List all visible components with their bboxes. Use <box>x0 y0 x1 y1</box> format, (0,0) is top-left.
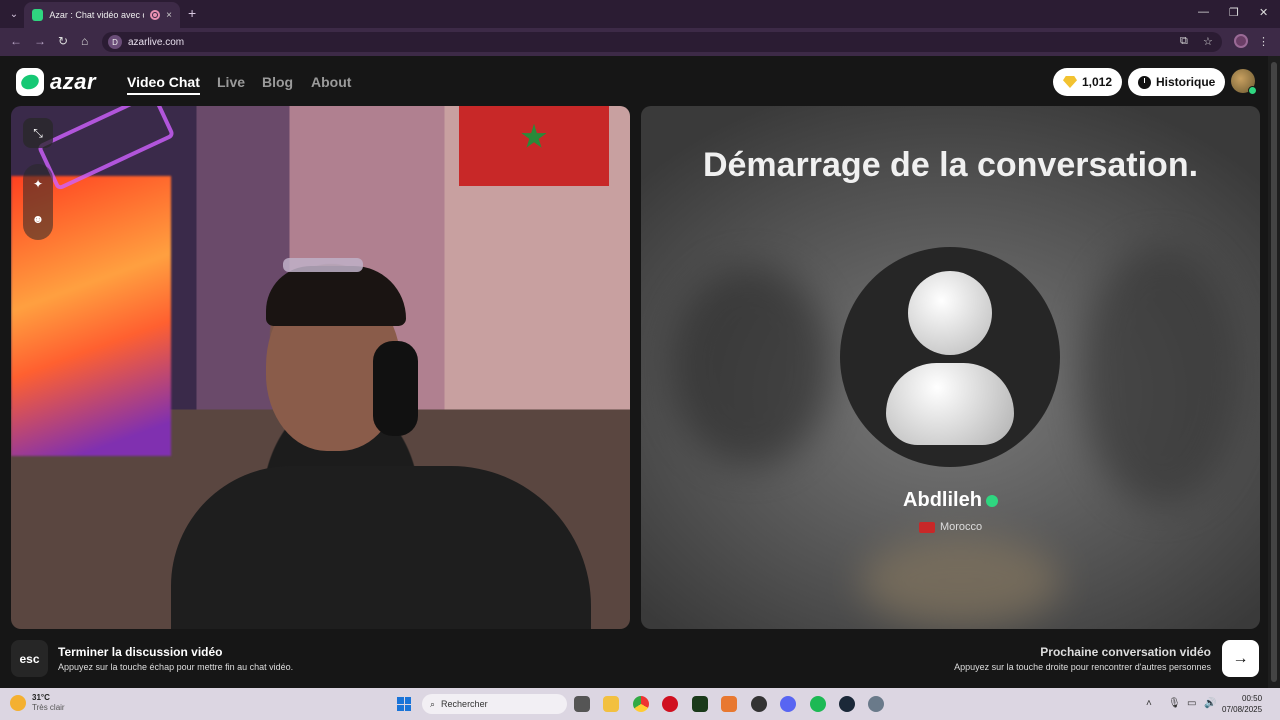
next-chat-title: Prochaine conversation vidéo <box>1040 645 1211 659</box>
home-icon[interactable]: ⌂ <box>81 34 88 48</box>
end-chat-title: Terminer la discussion vidéo <box>58 645 223 659</box>
volume-icon[interactable]: 🔊 <box>1204 698 1216 709</box>
nav-blog[interactable]: Blog <box>262 74 293 90</box>
next-chat-button[interactable]: → <box>1222 640 1259 677</box>
partner-avatar-placeholder <box>840 247 1060 467</box>
back-icon[interactable]: ← <box>10 34 22 48</box>
country-name: Morocco <box>939 521 983 533</box>
logo-text: azar <box>50 69 97 94</box>
person-glasses <box>283 258 363 272</box>
partner-name: Abdlileh <box>903 489 982 511</box>
verified-badge-icon <box>985 494 998 507</box>
temperature: 31°C <box>32 693 50 702</box>
blur-shape <box>1081 246 1241 506</box>
face-filter-icon[interactable]: ☻ <box>23 204 53 234</box>
steam-icon[interactable] <box>839 696 855 712</box>
avatar-head-icon <box>908 271 992 355</box>
browser-address-bar: ← → ↻ ⌂ D azarlive.com ⧉ ☆ ⋮ <box>0 28 1280 56</box>
nav-about[interactable]: About <box>311 74 351 90</box>
page-scrollbar[interactable] <box>1268 56 1280 688</box>
recording-indicator-icon <box>150 10 161 20</box>
local-video-feed: ⤡ ✦ ☻ <box>11 106 630 629</box>
weather-condition: Très clair <box>32 703 65 712</box>
browser-menu-icon[interactable]: ⋮ <box>1258 35 1269 48</box>
sparkle-effects-icon[interactable]: ✦ <box>23 169 53 199</box>
avatar-body-icon <box>886 363 1014 445</box>
conversation-status-title: Démarrage de la conversation. <box>702 146 1199 184</box>
gem-icon <box>1063 76 1077 88</box>
nav-live[interactable]: Live <box>217 74 245 90</box>
browser-profile-avatar[interactable] <box>1234 34 1248 48</box>
chrome-icon[interactable] <box>633 696 649 712</box>
windows-taskbar: 31°C Très clair ⌕ Rechercher ˄ 🎙 ▭ 🔊 00:5… <box>0 688 1280 720</box>
system-clock[interactable]: 00:50 07/08/2025 <box>1222 693 1262 715</box>
discord-icon[interactable] <box>780 696 796 712</box>
file-explorer-icon[interactable] <box>603 696 619 712</box>
close-window-icon[interactable]: ✕ <box>1259 6 1268 19</box>
gems-balance-button[interactable]: 1,012 <box>1053 68 1123 96</box>
restore-icon[interactable]: ❐ <box>1229 6 1239 19</box>
browser-tab-azar[interactable]: Azar : Chat vidéo avec de n × <box>24 2 180 28</box>
person-headphones <box>373 341 418 436</box>
history-button[interactable]: Historique <box>1128 68 1226 96</box>
clock-time: 00:50 <box>1242 694 1263 703</box>
end-chat-esc-button[interactable]: esc <box>11 640 48 677</box>
task-view-icon[interactable] <box>574 696 590 712</box>
windows-start-icon[interactable] <box>397 697 411 711</box>
opera-icon[interactable] <box>662 696 678 712</box>
azar-favicon-icon <box>32 9 44 21</box>
blur-shape <box>671 266 831 466</box>
browser-tab-bar: ⌄ Azar : Chat vidéo avec de n × + — ❐ ✕ <box>0 0 1280 28</box>
tab-title: Azar : Chat vidéo avec de n <box>49 10 144 20</box>
end-chat-hint: Appuyez sur la touche échap pour mettre … <box>58 662 294 672</box>
person-shirt <box>171 466 591 629</box>
forward-icon[interactable]: → <box>34 34 46 48</box>
partner-country: Morocco <box>641 521 1260 533</box>
reload-icon[interactable]: ↻ <box>58 34 68 48</box>
taskbar-search[interactable]: ⌕ Rechercher <box>422 694 567 714</box>
person-hair <box>266 266 406 326</box>
weather-sun-icon <box>10 695 26 711</box>
clock-date: 07/08/2025 <box>1222 705 1263 714</box>
network-icon[interactable]: ▭ <box>1187 698 1196 709</box>
partner-video-panel: Démarrage de la conversation. Abdlileh M… <box>641 106 1260 629</box>
search-placeholder: Rechercher <box>441 699 488 709</box>
nav-video-chat[interactable]: Video Chat <box>127 74 200 95</box>
site-info-icon[interactable]: D <box>108 35 122 49</box>
minimize-video-icon[interactable]: ⤡ <box>23 118 53 148</box>
next-chat-hint: Appuyez sur la touche droite pour rencon… <box>954 662 1211 672</box>
tab-close-icon[interactable]: × <box>166 10 172 21</box>
tray-overflow-icon[interactable]: ˄ <box>1146 698 1152 709</box>
gems-count: 1,012 <box>1082 75 1113 89</box>
partner-name-row: Abdlileh <box>641 489 1260 512</box>
online-status-icon <box>1248 86 1257 95</box>
settings-gear-icon[interactable] <box>868 696 884 712</box>
obs-icon[interactable] <box>751 696 767 712</box>
user-avatar[interactable] <box>1231 69 1257 95</box>
bookmark-star-icon[interactable]: ☆ <box>1203 35 1213 48</box>
spotify-icon[interactable] <box>810 696 826 712</box>
weather-widget[interactable]: 31°C Très clair <box>10 693 65 713</box>
azar-logo-icon <box>16 68 44 96</box>
minimize-icon[interactable]: — <box>1198 6 1209 18</box>
morocco-flag-decoration <box>459 106 609 186</box>
clock-icon <box>1138 75 1151 89</box>
microphone-icon[interactable]: 🎙 <box>1168 698 1181 709</box>
design-app-icon[interactable] <box>721 696 737 712</box>
url-text: azarlive.com <box>128 36 185 48</box>
new-tab-button[interactable]: + <box>188 5 196 21</box>
install-app-icon[interactable]: ⧉ <box>1180 35 1188 48</box>
azar-page: azar Video Chat Live Blog About 1,012 Hi… <box>0 56 1268 688</box>
azar-logo[interactable]: azar <box>16 68 96 96</box>
history-label: Historique <box>1156 75 1216 89</box>
morocco-flag-icon <box>918 521 935 533</box>
search-icon: ⌕ <box>430 698 436 709</box>
blur-shape <box>861 536 1061 626</box>
streaming-app-icon[interactable] <box>692 696 708 712</box>
tab-search-chevron-icon[interactable]: ⌄ <box>4 4 24 24</box>
url-field[interactable]: D azarlive.com <box>102 32 1222 52</box>
